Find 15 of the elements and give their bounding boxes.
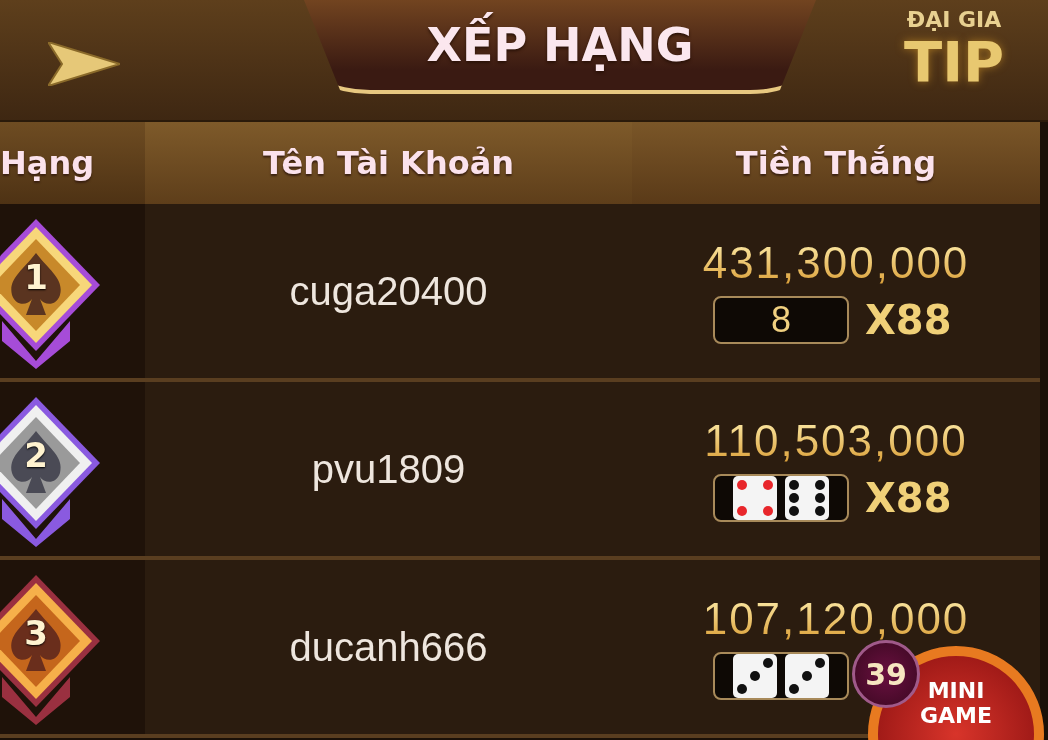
rank-number: 3 — [23, 613, 49, 653]
column-header: Tên Tài Khoản — [145, 122, 632, 204]
page-title: XẾP HẠNG — [426, 12, 694, 78]
username: pvu1809 — [311, 446, 466, 492]
rank-number: 1 — [23, 257, 49, 297]
column-header: Hạng — [0, 122, 145, 204]
username: ducanh666 — [289, 624, 488, 670]
column-header: Tiền Thắng — [632, 122, 1040, 204]
rank-number: 2 — [23, 435, 49, 475]
arrow-icon[interactable] — [48, 42, 120, 86]
multiplier: X88 — [865, 297, 952, 343]
username: cuga20400 — [289, 268, 488, 314]
tip-tab[interactable]: ĐẠI GIA TIP — [900, 8, 1009, 92]
result-number: 8 — [771, 299, 791, 341]
multiplier: X88 — [865, 475, 952, 521]
